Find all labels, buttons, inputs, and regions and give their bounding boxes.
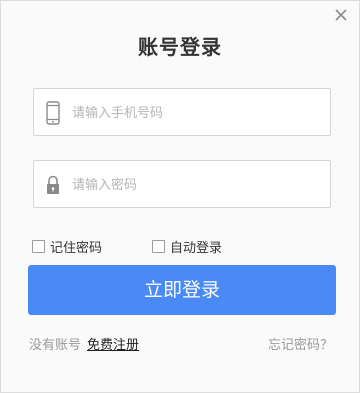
forgot-password-link[interactable]: 忘记密码？ bbox=[268, 334, 333, 353]
auto-login-checkbox[interactable]: 自动登录 bbox=[152, 237, 222, 256]
dialog-title: 账号登录 bbox=[138, 35, 222, 59]
remember-password-label: 记住密码 bbox=[50, 241, 103, 256]
register-link[interactable]: 免费注册 bbox=[87, 338, 139, 353]
checkbox-box[interactable] bbox=[32, 240, 45, 253]
login-dialog: 账号登录 记住密码 自动登录 立即登录 没有账号免费注册 忘记密码？ bbox=[0, 0, 360, 393]
phone-field[interactable] bbox=[33, 88, 331, 137]
checkbox-box[interactable] bbox=[152, 240, 165, 253]
close-icon[interactable] bbox=[333, 7, 349, 23]
remember-password-checkbox[interactable]: 记住密码 bbox=[32, 237, 102, 256]
password-field[interactable] bbox=[33, 160, 331, 209]
auto-login-label: 自动登录 bbox=[170, 241, 223, 256]
phone-input[interactable] bbox=[70, 89, 324, 137]
no-account-text: 没有账号 bbox=[29, 338, 82, 353]
password-input[interactable] bbox=[70, 161, 324, 209]
register-prompt: 没有账号 免费注册 bbox=[29, 334, 139, 353]
login-button[interactable]: 立即登录 bbox=[28, 265, 336, 315]
lock-icon bbox=[47, 175, 59, 194]
phone-icon bbox=[46, 101, 60, 125]
